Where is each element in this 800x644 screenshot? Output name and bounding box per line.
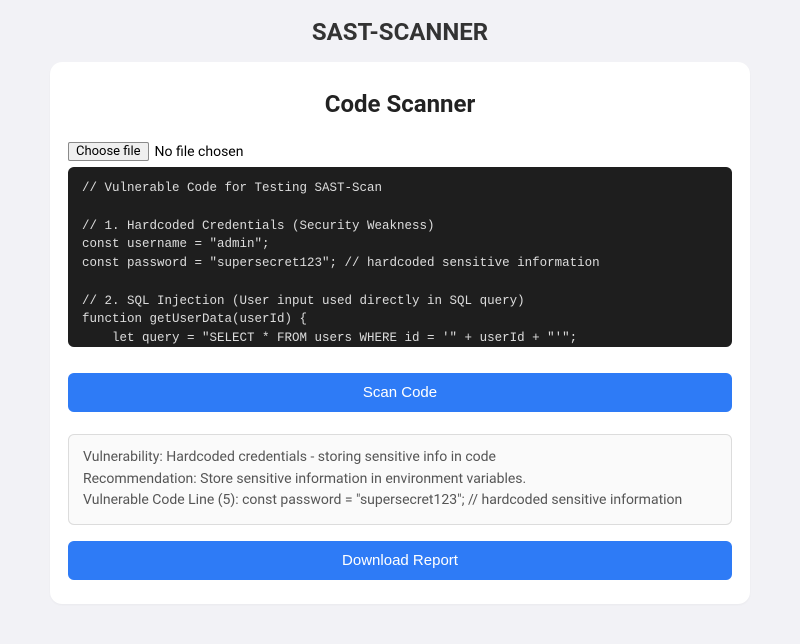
file-input-row: Choose file No file chosen — [68, 142, 732, 161]
card-title: Code Scanner — [68, 90, 732, 118]
file-status-text: No file chosen — [155, 144, 244, 160]
choose-file-button[interactable]: Choose file — [68, 142, 149, 161]
download-report-button[interactable]: Download Report — [68, 541, 732, 580]
result-vulnerability: Vulnerability: Hardcoded credentials - s… — [83, 447, 717, 469]
result-recommendation: Recommendation: Store sensitive informat… — [83, 469, 717, 491]
results-panel: Vulnerability: Hardcoded credentials - s… — [68, 434, 732, 525]
scanner-card: Code Scanner Choose file No file chosen … — [50, 62, 750, 604]
code-input[interactable] — [68, 167, 732, 347]
app-title: SAST-SCANNER — [0, 0, 800, 62]
scan-code-button[interactable]: Scan Code — [68, 373, 732, 412]
result-code-line: Vulnerable Code Line (5): const password… — [83, 490, 717, 512]
